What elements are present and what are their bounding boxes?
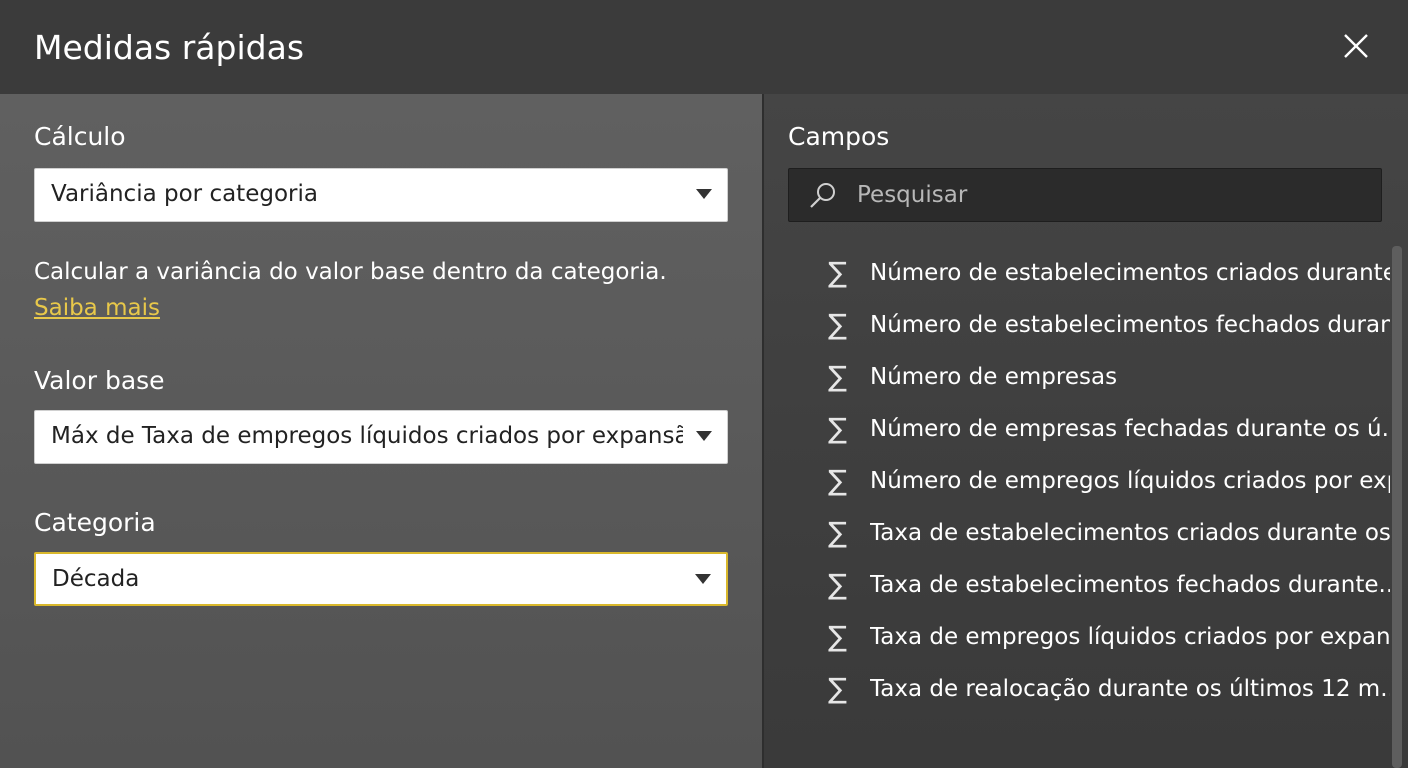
field-item[interactable]: ∑ Taxa de estabelecimentos criados duran… <box>828 514 1408 554</box>
sigma-icon: ∑ <box>828 620 847 653</box>
fields-pane: Campos ∑ Número de estabelecimentos cria… <box>764 94 1408 768</box>
field-item[interactable]: ∑ Número de estabelecimentos fechados du… <box>828 306 1408 346</box>
search-box <box>788 168 1382 222</box>
sigma-icon: ∑ <box>828 672 847 705</box>
calculation-pane: Cálculo Variância por categoria Calcular… <box>0 94 762 768</box>
field-name: Número de empregos líquidos criados por … <box>870 468 1390 494</box>
search-icon <box>810 183 835 208</box>
calculation-dropdown[interactable]: Variância por categoria <box>34 168 728 222</box>
close-icon <box>1344 34 1368 58</box>
base-value-label: Valor base <box>34 366 165 395</box>
field-list-scrollbar[interactable] <box>1392 246 1402 768</box>
sigma-icon: ∑ <box>828 516 847 549</box>
fields-label: Campos <box>788 122 890 151</box>
field-name: Número de empresas fechadas durante os ú… <box>870 416 1390 442</box>
field-name: Taxa de estabelecimentos criados durante… <box>870 520 1390 546</box>
calculation-label: Cálculo <box>34 122 126 151</box>
chevron-down-icon <box>695 574 711 584</box>
calculation-description: Calcular a variância do valor base dentr… <box>34 254 734 326</box>
field-item[interactable]: ∑ Número de empresas <box>828 358 1408 398</box>
field-name: Número de estabelecimentos fechados dura… <box>870 312 1390 338</box>
field-item[interactable]: ∑ Número de estabelecimentos criados dur… <box>828 254 1408 294</box>
sigma-icon: ∑ <box>828 464 847 497</box>
field-name: Número de estabelecimentos criados duran… <box>870 260 1390 286</box>
sigma-icon: ∑ <box>828 308 847 341</box>
category-label: Categoria <box>34 508 156 537</box>
title-bar: Medidas rápidas <box>0 0 1408 94</box>
field-name: Taxa de empregos líquidos criados por ex… <box>870 624 1390 650</box>
field-name: Taxa de estabelecimentos fechados durant… <box>870 572 1390 598</box>
close-button[interactable] <box>1336 28 1376 68</box>
description-text: Calcular a variância do valor base dentr… <box>34 259 667 285</box>
chevron-down-icon <box>696 189 712 199</box>
category-value: Década <box>52 566 140 592</box>
field-name: Taxa de realocação durante os últimos 12… <box>870 676 1390 702</box>
field-name: Número de empresas <box>870 364 1118 390</box>
sigma-icon: ∑ <box>828 360 847 393</box>
field-item[interactable]: ∑ Número de empresas fechadas durante os… <box>828 410 1408 450</box>
quick-measures-dialog: Medidas rápidas Cálculo Variância por ca… <box>0 0 1408 768</box>
search-input[interactable] <box>857 177 1357 213</box>
field-item[interactable]: ∑ Número de empregos líquidos criados po… <box>828 462 1408 502</box>
field-item[interactable]: ∑ Taxa de empregos líquidos criados por … <box>828 618 1408 658</box>
sigma-icon: ∑ <box>828 568 847 601</box>
sigma-icon: ∑ <box>828 412 847 445</box>
dialog-title: Medidas rápidas <box>34 28 305 67</box>
sigma-icon: ∑ <box>828 256 847 289</box>
field-item[interactable]: ∑ Taxa de realocação durante os últimos … <box>828 670 1408 710</box>
field-item[interactable]: ∑ Taxa de estabelecimentos fechados dura… <box>828 566 1408 606</box>
calculation-value: Variância por categoria <box>51 181 318 207</box>
base-value-dropdown[interactable]: Máx de Taxa de empregos líquidos criados… <box>34 410 728 464</box>
chevron-down-icon <box>696 431 712 441</box>
learn-more-link[interactable]: Saiba mais <box>34 295 160 321</box>
base-value-value: Máx de Taxa de empregos líquidos criados… <box>51 423 683 449</box>
category-dropdown[interactable]: Década <box>34 552 728 606</box>
